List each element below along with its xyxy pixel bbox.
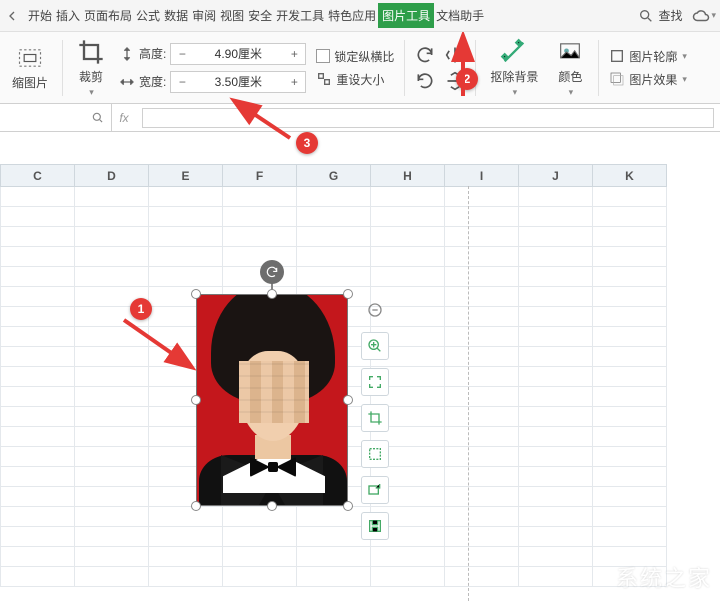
select-area-button[interactable] [361, 440, 389, 468]
remove-background-button[interactable]: 抠除背景▾ [486, 36, 542, 100]
color-label: 颜色 [558, 68, 582, 85]
height-decrease-button[interactable]: − [171, 44, 193, 64]
menu-view[interactable]: 视图 [218, 3, 246, 28]
crop-button[interactable]: 裁剪▾ [73, 36, 109, 100]
checkbox-icon [316, 49, 330, 63]
resize-handle-mr[interactable] [343, 395, 353, 405]
col-header[interactable]: E [149, 165, 223, 187]
rotate-right-icon[interactable] [415, 45, 435, 65]
save-image-button[interactable] [361, 512, 389, 540]
annotation-arrow-tab [448, 32, 478, 102]
floating-image-toolbar [360, 296, 390, 540]
rotate-left-icon[interactable] [415, 71, 435, 91]
col-header[interactable]: I [445, 165, 519, 187]
search-label: 查找 [658, 7, 682, 24]
ribbon: 缩图片 裁剪▾ 高度: − + 宽度: − + 锁定纵横 [0, 32, 720, 104]
width-spinner[interactable]: − + [170, 71, 306, 93]
resize-handle-tr[interactable] [343, 289, 353, 299]
col-header[interactable]: D [75, 165, 149, 187]
width-input[interactable] [193, 75, 283, 89]
menu-picturetools[interactable]: 图片工具 [378, 3, 434, 28]
magic-wand-icon [500, 38, 528, 66]
outline-label: 图片轮廓 [629, 48, 677, 65]
id-photo [196, 294, 348, 506]
annotation-arrow-3 [228, 96, 298, 144]
crop-mini-button[interactable] [361, 404, 389, 432]
col-header[interactable]: K [593, 165, 667, 187]
width-increase-button[interactable]: + [283, 72, 305, 92]
page-break-line [468, 186, 469, 601]
compress-label: 缩图片 [12, 74, 48, 91]
menu-data[interactable]: 数据 [162, 3, 190, 28]
compress-icon [16, 44, 44, 72]
menu-review[interactable]: 审阅 [190, 3, 218, 28]
reset-size-icon [316, 71, 332, 87]
picture-effects-button[interactable]: 图片效果▾ [609, 71, 687, 88]
menu-pagelayout[interactable]: 页面布局 [82, 3, 134, 28]
color-button[interactable]: 颜色▾ [552, 36, 588, 100]
remove-bg-label: 抠除背景 [490, 68, 538, 85]
lock-aspect-checkbox[interactable]: 锁定纵横比 [316, 48, 394, 65]
lock-aspect-label: 锁定纵横比 [334, 48, 394, 65]
column-header-row: C D E F G H I J K [1, 165, 667, 187]
height-input[interactable] [193, 47, 283, 61]
width-icon [119, 74, 135, 90]
menu-security[interactable]: 安全 [246, 3, 274, 28]
zoom-out-button[interactable] [361, 296, 389, 324]
resize-handle-tm[interactable] [267, 289, 277, 299]
col-header[interactable]: C [1, 165, 75, 187]
col-header[interactable]: G [297, 165, 371, 187]
chevron-left-icon[interactable] [4, 8, 20, 24]
menu-insert[interactable]: 插入 [54, 3, 82, 28]
fit-button[interactable] [361, 368, 389, 396]
annotation-arrow-1 [118, 314, 200, 376]
height-icon [119, 46, 135, 62]
cloud-icon[interactable] [692, 7, 710, 25]
picture-outline-button[interactable]: 图片轮廓▾ [609, 48, 687, 65]
name-box[interactable] [0, 104, 112, 131]
width-label: 宽度: [139, 73, 166, 90]
crop-icon [77, 38, 105, 66]
effects-icon [609, 71, 625, 87]
menu-bar: 开始 插入 页面布局 公式 数据 审阅 视图 安全 开发工具 特色应用 图片工具… [0, 0, 720, 32]
formula-bar: fx [0, 104, 720, 132]
search-button[interactable]: 查找 [638, 7, 682, 24]
col-header[interactable]: H [371, 165, 445, 187]
width-decrease-button[interactable]: − [171, 72, 193, 92]
height-increase-button[interactable]: + [283, 44, 305, 64]
menu-special[interactable]: 特色应用 [326, 3, 378, 28]
color-palette-icon [556, 38, 584, 66]
crop-label: 裁剪 [79, 68, 103, 85]
height-label: 高度: [139, 45, 166, 62]
resize-handle-bm[interactable] [267, 501, 277, 511]
height-spinner[interactable]: − + [170, 43, 306, 65]
outline-icon [609, 48, 625, 64]
resize-handle-br[interactable] [343, 501, 353, 511]
selected-image[interactable] [196, 294, 348, 506]
annotation-callout-3: 3 [296, 132, 318, 154]
menu-start[interactable]: 开始 [26, 3, 54, 28]
resize-handle-ml[interactable] [191, 395, 201, 405]
menu-devtools[interactable]: 开发工具 [274, 3, 326, 28]
col-header[interactable]: F [223, 165, 297, 187]
zoom-in-button[interactable] [361, 332, 389, 360]
menu-formula[interactable]: 公式 [134, 3, 162, 28]
cloud-dropdown-icon[interactable]: ▾ [711, 10, 716, 21]
search-icon [638, 8, 654, 24]
annotation-callout-1: 1 [130, 298, 152, 320]
fx-icon[interactable]: fx [112, 111, 136, 125]
col-header[interactable]: J [519, 165, 593, 187]
reset-size-label: 重设大小 [336, 71, 384, 88]
compress-image-button[interactable]: 缩图片 [8, 42, 52, 93]
replace-image-button[interactable] [361, 476, 389, 504]
reset-size-button[interactable]: 重设大小 [316, 71, 394, 88]
resize-handle-tl[interactable] [191, 289, 201, 299]
search-small-icon [91, 111, 105, 125]
rotate-handle[interactable] [260, 260, 284, 284]
menu-dochelper[interactable]: 文档助手 [434, 3, 486, 28]
resize-handle-bl[interactable] [191, 501, 201, 511]
effects-label: 图片效果 [629, 71, 677, 88]
